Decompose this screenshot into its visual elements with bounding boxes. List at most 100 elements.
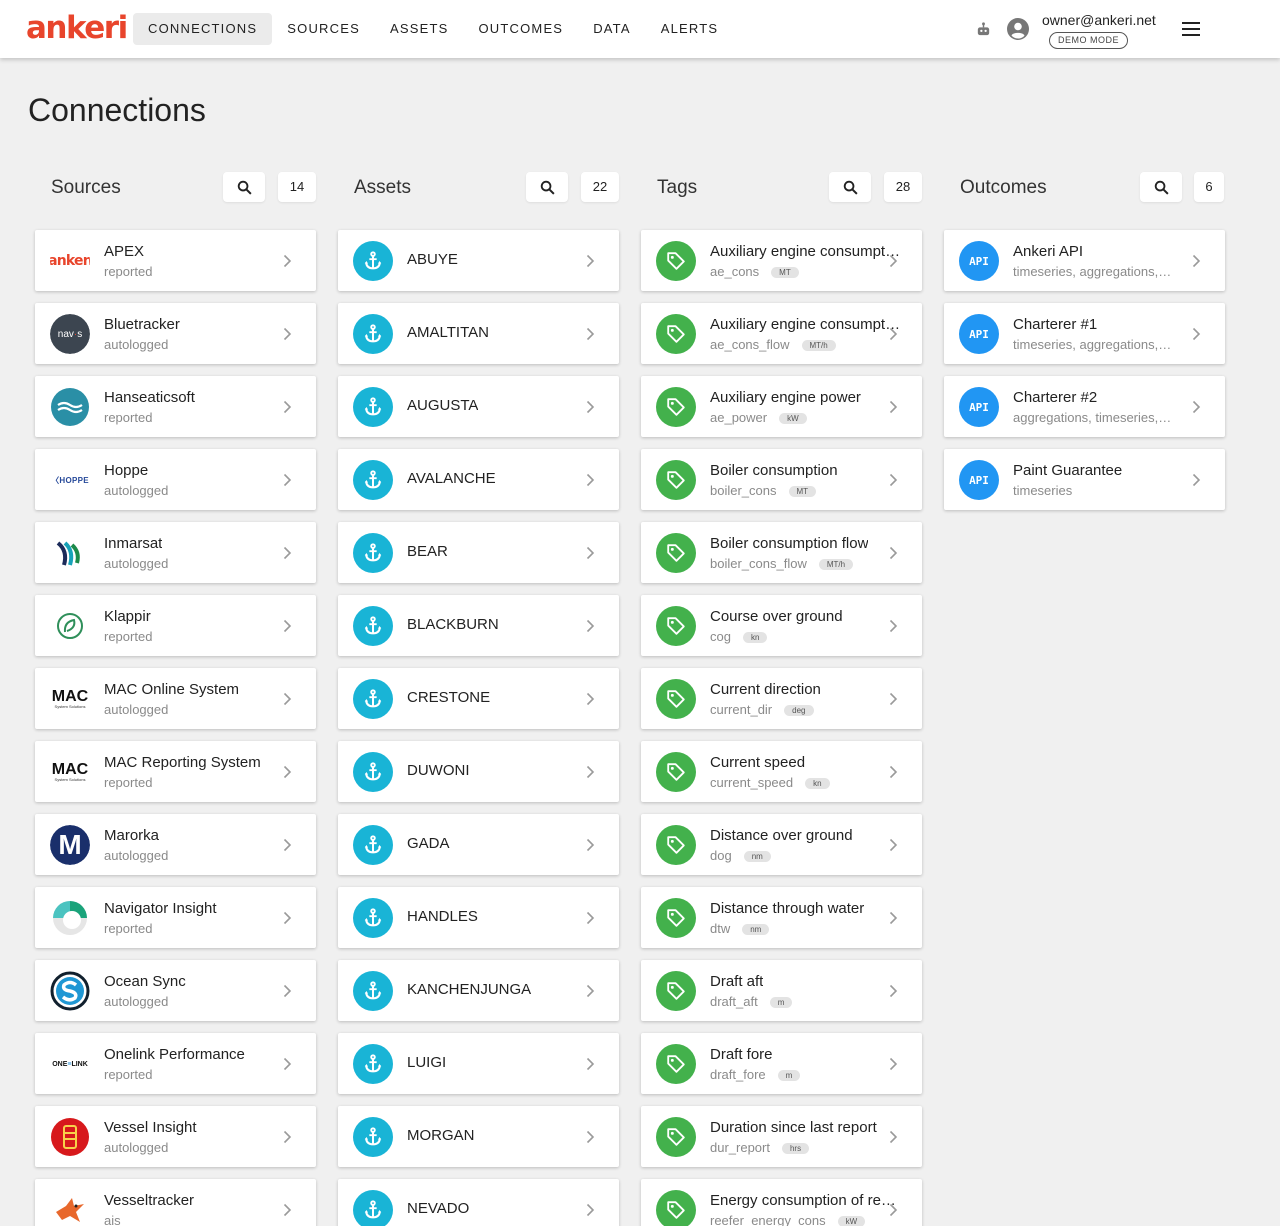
source-card[interactable]: Inmarsat autologged bbox=[35, 522, 316, 583]
nav-assets[interactable]: ASSETS bbox=[375, 13, 464, 45]
tag-card[interactable]: Auxiliary engine consumpt… ae_cons MT bbox=[641, 230, 922, 291]
outcome-card[interactable]: API Charterer #2 aggregations, timeseries,… bbox=[944, 376, 1225, 437]
tag-card[interactable]: Current speed current_speed kn bbox=[641, 741, 922, 802]
search-icon bbox=[237, 180, 252, 195]
source-card[interactable]: nav · s Bluetracker autologged bbox=[35, 303, 316, 364]
source-name: MAC Reporting System bbox=[104, 754, 261, 771]
tag-name: Draft aft bbox=[710, 973, 764, 990]
chevron-right-icon bbox=[889, 1130, 898, 1144]
asset-card[interactable]: DUWONI bbox=[338, 741, 619, 802]
source-card[interactable]: M Marorka autologged bbox=[35, 814, 316, 875]
tag-card[interactable]: Duration since last report dur_report hrs bbox=[641, 1106, 922, 1167]
tag-card[interactable]: Distance over ground dog nm bbox=[641, 814, 922, 875]
assets-search-button[interactable] bbox=[526, 172, 568, 202]
chevron-right-icon bbox=[889, 473, 898, 487]
tag-card[interactable]: Distance through water dtw nm bbox=[641, 887, 922, 948]
source-card[interactable]: ONE≡LINK Onelink Performance reported bbox=[35, 1033, 316, 1094]
tag-card[interactable]: Draft fore draft_fore m bbox=[641, 1033, 922, 1094]
tag-card[interactable]: Current direction current_dir deg bbox=[641, 668, 922, 729]
source-card[interactable]: MAC System Solutions MAC Online System auto… bbox=[35, 668, 316, 729]
anchor-glyph bbox=[364, 616, 382, 635]
source-logo-icon: anken bbox=[50, 253, 90, 269]
tag-card[interactable]: Auxiliary engine power ae_power kW bbox=[641, 376, 922, 437]
tag-card[interactable]: Boiler consumption boiler_cons MT bbox=[641, 449, 922, 510]
source-type: autologged bbox=[104, 337, 169, 352]
nav-data[interactable]: DATA bbox=[578, 13, 646, 45]
chevron-right-icon bbox=[586, 984, 595, 998]
asset-card[interactable]: MORGAN bbox=[338, 1106, 619, 1167]
asset-name: LUIGI bbox=[407, 1054, 447, 1071]
unit-badge: hrs bbox=[781, 1143, 810, 1154]
unit-badge: kW bbox=[837, 1216, 866, 1226]
tag-card[interactable]: Boiler consumption flow boiler_cons_flow M… bbox=[641, 522, 922, 583]
asset-card[interactable]: LUIGI bbox=[338, 1033, 619, 1094]
outcome-card[interactable]: API Charterer #1 timeseries, aggregations,… bbox=[944, 303, 1225, 364]
outcome-name: Charterer #1 bbox=[1013, 316, 1098, 333]
source-type: autologged bbox=[104, 556, 169, 571]
tag-icon bbox=[656, 460, 696, 500]
source-card[interactable]: Hanseaticsoft reported bbox=[35, 376, 316, 437]
asset-name: MORGAN bbox=[407, 1127, 475, 1144]
chevron-right-icon bbox=[586, 1057, 595, 1071]
source-card[interactable]: anken APEX reported bbox=[35, 230, 316, 291]
nav-outcomes[interactable]: OUTCOMES bbox=[463, 13, 578, 45]
user-avatar-icon[interactable] bbox=[1006, 17, 1030, 41]
asset-card[interactable]: CRESTONE bbox=[338, 668, 619, 729]
tag-card[interactable]: Course over ground cog kn bbox=[641, 595, 922, 656]
asset-card[interactable]: KANCHENJUNGA bbox=[338, 960, 619, 1021]
outcome-card[interactable]: API Paint Guarantee timeseries bbox=[944, 449, 1225, 510]
nav-connections[interactable]: CONNECTIONS bbox=[133, 13, 273, 45]
anchor-icon bbox=[353, 752, 393, 792]
outcomes-search-button[interactable] bbox=[1140, 172, 1182, 202]
source-card[interactable]: Ocean Sync autologged bbox=[35, 960, 316, 1021]
source-name: APEX bbox=[104, 243, 145, 260]
source-logo-icon: MAC System Solutions bbox=[51, 688, 89, 709]
tag-icon bbox=[656, 314, 696, 354]
anchor-glyph bbox=[364, 251, 382, 270]
source-type: autologged bbox=[104, 483, 169, 498]
asset-card[interactable]: NEVADO bbox=[338, 1179, 619, 1226]
outcome-card[interactable]: API Ankeri API timeseries, aggregations,… bbox=[944, 230, 1225, 291]
tags-search-button[interactable] bbox=[829, 172, 871, 202]
asset-card[interactable]: AMALTITAN bbox=[338, 303, 619, 364]
api-icon: API bbox=[959, 241, 999, 281]
tag-icon bbox=[656, 898, 696, 938]
asset-card[interactable]: AUGUSTA bbox=[338, 376, 619, 437]
asset-card[interactable]: BLACKBURN bbox=[338, 595, 619, 656]
source-logo-icon bbox=[50, 533, 90, 573]
sources-search-button[interactable] bbox=[223, 172, 265, 202]
tag-card[interactable]: Auxiliary engine consumpt… ae_cons_flow MT… bbox=[641, 303, 922, 364]
tag-card[interactable]: Energy consumption of re… reefer_energy_c… bbox=[641, 1179, 922, 1226]
source-card[interactable]: Klappir reported bbox=[35, 595, 316, 656]
hamburger-menu-icon[interactable] bbox=[1181, 20, 1201, 38]
source-card[interactable]: MAC System Solutions MAC Reporting System r… bbox=[35, 741, 316, 802]
anchor-glyph bbox=[364, 324, 382, 343]
tag-key: current_speed bbox=[710, 775, 794, 790]
ankeri-logo[interactable]: ankeri bbox=[26, 10, 128, 46]
anchor-glyph bbox=[364, 1054, 382, 1073]
tag-key: dog bbox=[710, 848, 732, 863]
tag-icon bbox=[656, 1044, 696, 1084]
asset-card[interactable]: HANDLES bbox=[338, 887, 619, 948]
source-card[interactable]: Vessel Insight autologged bbox=[35, 1106, 316, 1167]
chevron-right-icon bbox=[889, 327, 898, 341]
chevron-right-icon bbox=[283, 1130, 292, 1144]
chevron-right-icon bbox=[586, 473, 595, 487]
asset-card[interactable]: BEAR bbox=[338, 522, 619, 583]
nav-sources[interactable]: SOURCES bbox=[272, 13, 375, 45]
source-card[interactable]: 〈HOPPE Hoppe autologged bbox=[35, 449, 316, 510]
tags-title: Tags bbox=[657, 177, 698, 198]
anchor-icon bbox=[353, 1044, 393, 1084]
source-name: Klappir bbox=[104, 608, 151, 625]
source-card[interactable]: Navigator Insight reported bbox=[35, 887, 316, 948]
tag-name: Course over ground bbox=[710, 608, 843, 625]
asset-card[interactable]: AVALANCHE bbox=[338, 449, 619, 510]
asset-card[interactable]: GADA bbox=[338, 814, 619, 875]
asset-name: HANDLES bbox=[407, 908, 478, 925]
source-card[interactable]: Vesseltracker ais bbox=[35, 1179, 316, 1226]
tag-card[interactable]: Draft aft draft_aft m bbox=[641, 960, 922, 1021]
robot-icon[interactable] bbox=[975, 21, 992, 38]
chevron-right-icon bbox=[586, 254, 595, 268]
asset-card[interactable]: ABUYE bbox=[338, 230, 619, 291]
nav-alerts[interactable]: ALERTS bbox=[646, 13, 734, 45]
